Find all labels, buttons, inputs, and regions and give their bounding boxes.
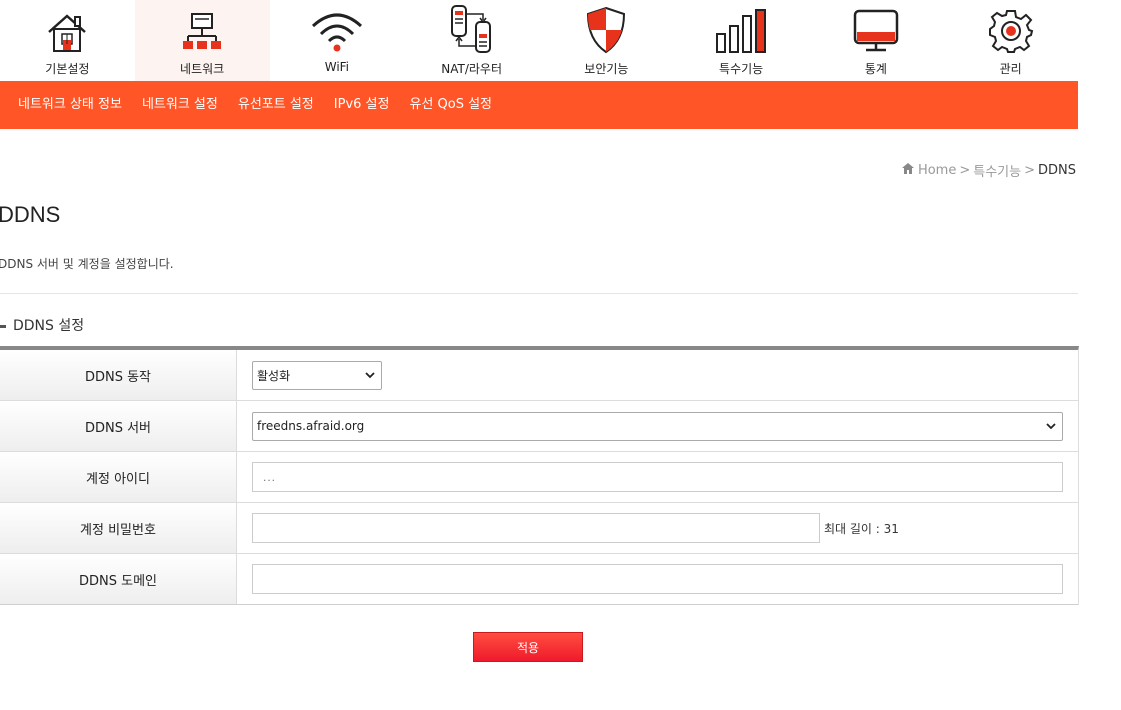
nav-label: 보안기능 xyxy=(584,62,629,76)
account-id-value: ... xyxy=(263,470,277,484)
table-row: 계정 아이디 ... xyxy=(0,452,1078,503)
nav-management[interactable]: 관리 xyxy=(943,0,1078,81)
subnav-network-settings[interactable]: 네트워크 설정 xyxy=(142,93,218,112)
nav-basic-settings[interactable]: 기본설정 xyxy=(0,0,135,81)
ddns-server-select[interactable]: freedns.afraid.org xyxy=(252,411,1063,441)
house-icon xyxy=(37,4,97,54)
gear-icon xyxy=(981,4,1041,54)
ddns-settings-table: DDNS 동작 활성화 DDNS 서버 freedns.afraid.org 계… xyxy=(0,346,1079,605)
network-icon xyxy=(172,4,232,54)
subnav-ipv6-settings[interactable]: IPv6 설정 xyxy=(334,93,390,112)
nav-label: 기본설정 xyxy=(45,62,90,76)
nav-label: WiFi xyxy=(324,60,350,74)
nav-special-features[interactable]: 특수기능 xyxy=(674,0,809,81)
nav-label: 특수기능 xyxy=(719,62,764,76)
nav-nat-router[interactable]: NAT/라우터 xyxy=(404,0,539,81)
breadcrumb-separator: > xyxy=(959,163,971,178)
table-row: DDNS 동작 활성화 xyxy=(0,350,1078,401)
sub-nav: 네트워크 상태 정보 네트워크 설정 유선포트 설정 IPv6 설정 유선 Qo… xyxy=(0,81,1078,129)
apply-button[interactable]: 적용 xyxy=(473,632,583,662)
section-title-text: DDNS 설정 xyxy=(13,318,85,334)
ddns-server-label: DDNS 서버 xyxy=(0,401,237,451)
account-id-input[interactable]: ... xyxy=(252,462,1063,492)
account-password-input[interactable] xyxy=(252,513,820,543)
ddns-action-value: 활성화 xyxy=(257,368,291,383)
breadcrumb: Home > 특수기능 > DDNS xyxy=(901,161,1076,180)
breadcrumb-separator: > xyxy=(1024,163,1035,178)
home-icon xyxy=(901,163,914,178)
chevron-down-icon xyxy=(1046,419,1056,433)
monitor-icon xyxy=(846,4,906,54)
breadcrumb-home[interactable]: Home xyxy=(918,163,956,178)
ddns-server-value: freedns.afraid.org xyxy=(257,419,365,433)
subnav-wired-qos-settings[interactable]: 유선 QoS 설정 xyxy=(409,93,492,112)
account-id-cell: ... xyxy=(237,452,1078,502)
nav-label: 관리 xyxy=(999,62,1022,76)
table-row: DDNS 도메인 xyxy=(0,554,1078,605)
router-icon xyxy=(442,4,502,54)
page-title: DDNS xyxy=(0,202,61,227)
table-row: DDNS 서버 freedns.afraid.org xyxy=(0,401,1078,452)
ddns-domain-label: DDNS 도메인 xyxy=(0,554,237,604)
top-nav: 기본설정 네트워크 WiFi NAT/라우터 보안기능 특수기능 통계 관리 xyxy=(0,0,1078,81)
chevron-down-icon xyxy=(365,368,375,382)
ddns-server-cell: freedns.afraid.org xyxy=(237,401,1078,451)
ddns-domain-cell xyxy=(237,554,1078,604)
wifi-icon xyxy=(307,4,367,54)
bars-icon xyxy=(711,4,771,54)
breadcrumb-parent[interactable]: 특수기능 xyxy=(973,161,1021,180)
subnav-network-status[interactable]: 네트워크 상태 정보 xyxy=(18,93,122,112)
section-bullet xyxy=(0,324,6,328)
ddns-action-cell: 활성화 xyxy=(237,350,1078,400)
nav-statistics[interactable]: 통계 xyxy=(809,0,944,81)
section-title: DDNS 설정 xyxy=(0,315,84,335)
table-row: 계정 비밀번호 최대 길이 : 31 xyxy=(0,503,1078,554)
nav-label: NAT/라우터 xyxy=(441,62,502,76)
subnav-wired-port-settings[interactable]: 유선포트 설정 xyxy=(238,93,314,112)
password-max-length-hint: 최대 길이 : 31 xyxy=(824,521,899,536)
divider xyxy=(0,293,1078,294)
ddns-action-label: DDNS 동작 xyxy=(0,350,237,400)
account-id-label: 계정 아이디 xyxy=(0,452,237,502)
nav-security[interactable]: 보안기능 xyxy=(539,0,674,81)
page-description: DDNS 서버 및 계정을 설정합니다. xyxy=(0,257,174,271)
nav-label: 네트워크 xyxy=(180,62,225,76)
shield-icon xyxy=(576,4,636,54)
account-password-cell: 최대 길이 : 31 xyxy=(237,503,1078,553)
breadcrumb-current: DDNS xyxy=(1038,163,1076,178)
nav-network[interactable]: 네트워크 xyxy=(134,0,270,81)
ddns-domain-input[interactable] xyxy=(252,564,1063,594)
account-password-label: 계정 비밀번호 xyxy=(0,503,237,553)
nav-wifi[interactable]: WiFi xyxy=(270,0,405,81)
nav-label: 통계 xyxy=(864,62,887,76)
ddns-action-select[interactable]: 활성화 xyxy=(252,360,382,390)
